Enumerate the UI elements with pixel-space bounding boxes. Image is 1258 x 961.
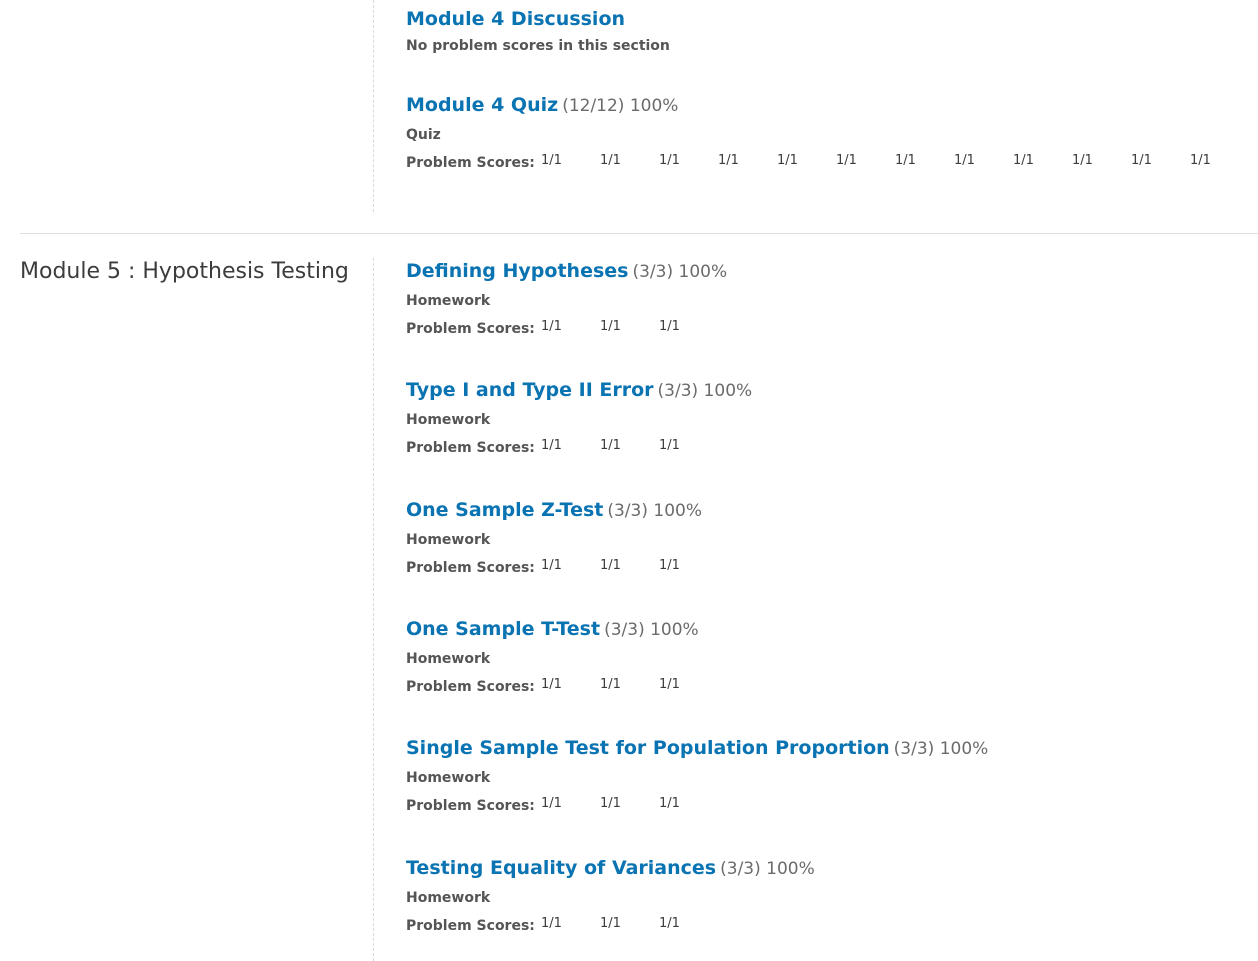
chapter-divider	[20, 233, 1258, 234]
problem-scores-label: Problem Scores:	[406, 440, 535, 456]
problem-score: 1/1	[600, 153, 621, 168]
problem-scores: Problem Scores: 1/1 1/1 1/1	[406, 677, 718, 695]
problem-score: 1/1	[895, 153, 916, 168]
problem-score: 1/1	[659, 438, 680, 453]
section-title-link[interactable]: Type I and Type II Error	[406, 379, 654, 401]
problem-score: 1/1	[600, 916, 621, 931]
section-score: (3/3) 100%	[720, 859, 815, 879]
problem-score: 1/1	[1013, 153, 1034, 168]
section-one-sample-z-test: One Sample Z-Test (3/3) 100% Homework Pro…	[406, 497, 718, 576]
problem-scores-label: Problem Scores:	[406, 679, 535, 695]
problem-score: 1/1	[1131, 153, 1152, 168]
section-score: (3/3) 100%	[893, 739, 989, 759]
section-single-sample-test-population-proportion: Single Sample Test for Population Propor…	[406, 735, 988, 814]
problem-score: 1/1	[659, 677, 680, 692]
no-scores-text: No problem scores in this section	[406, 38, 670, 54]
section-title-link[interactable]: Module 4 Quiz	[406, 94, 558, 116]
section-score: (3/3) 100%	[607, 501, 702, 521]
problem-score: 1/1	[541, 677, 562, 692]
problem-scores: Problem Scores: 1/1 1/1 1/1	[406, 319, 727, 337]
problem-score: 1/1	[541, 319, 562, 334]
problem-score: 1/1	[541, 153, 562, 168]
section-type: Homework	[406, 890, 491, 906]
section-score: (3/3) 100%	[604, 620, 699, 640]
section-module-4-discussion: Module 4 Discussion No problem scores in…	[406, 6, 670, 54]
problem-scores: Problem Scores: 1/1 1/1 1/1	[406, 438, 752, 456]
problem-score: 1/1	[600, 438, 621, 453]
section-type: Homework	[406, 770, 491, 786]
section-guide-line	[373, 258, 374, 961]
section-module-4-quiz: Module 4 Quiz (12/12) 100% Quiz Problem S…	[406, 92, 1249, 171]
problem-scores: Problem Scores: 1/1 1/1 1/1	[406, 558, 718, 576]
section-defining-hypotheses: Defining Hypotheses (3/3) 100% Homework P…	[406, 258, 727, 337]
problem-score: 1/1	[777, 153, 798, 168]
problem-score: 1/1	[600, 796, 621, 811]
problem-scores: Problem Scores: 1/1 1/1 1/1 1/1 1/1 1/1 …	[406, 153, 1249, 171]
section-type: Quiz	[406, 127, 441, 143]
section-title-link[interactable]: Defining Hypotheses	[406, 260, 628, 282]
section-type: Homework	[406, 293, 491, 309]
problem-scores-label: Problem Scores:	[406, 155, 535, 171]
problem-score: 1/1	[1072, 153, 1093, 168]
section-type: Homework	[406, 651, 491, 667]
section-guide-line	[373, 0, 374, 212]
chapter-module-4: Module 4 Discussion No problem scores in…	[20, 0, 1258, 212]
section-score: (12/12) 100%	[562, 96, 679, 116]
problem-score: 1/1	[600, 319, 621, 334]
problem-score: 1/1	[836, 153, 857, 168]
chapter-title: Module 5 : Hypothesis Testing	[20, 259, 349, 284]
section-type-i-type-ii-error: Type I and Type II Error (3/3) 100% Homew…	[406, 377, 752, 456]
problem-score: 1/1	[718, 153, 739, 168]
section-type: Homework	[406, 532, 491, 548]
problem-score: 1/1	[659, 319, 680, 334]
problem-scores: Problem Scores: 1/1 1/1 1/1	[406, 796, 988, 814]
problem-scores-label: Problem Scores:	[406, 321, 535, 337]
section-title-link[interactable]: Module 4 Discussion	[406, 8, 625, 30]
problem-score: 1/1	[659, 558, 680, 573]
problem-scores: Problem Scores: 1/1 1/1 1/1	[406, 916, 815, 934]
problem-scores-label: Problem Scores:	[406, 798, 535, 814]
section-score: (3/3) 100%	[632, 262, 728, 282]
problem-score: 1/1	[659, 796, 680, 811]
problem-score: 1/1	[954, 153, 975, 168]
problem-scores-label: Problem Scores:	[406, 918, 535, 934]
problem-score: 1/1	[600, 677, 621, 692]
problem-score: 1/1	[600, 558, 621, 573]
problem-score: 1/1	[659, 916, 680, 931]
problem-score: 1/1	[1190, 153, 1211, 168]
section-title-link[interactable]: One Sample Z-Test	[406, 499, 603, 521]
section-title-link[interactable]: Single Sample Test for Population Propor…	[406, 737, 890, 759]
problem-score: 1/1	[541, 558, 562, 573]
problem-score: 1/1	[541, 916, 562, 931]
section-testing-equality-of-variances: Testing Equality of Variances (3/3) 100% …	[406, 855, 815, 934]
section-title-link[interactable]: Testing Equality of Variances	[406, 857, 716, 879]
section-one-sample-t-test: One Sample T-Test (3/3) 100% Homework Pro…	[406, 616, 718, 695]
problem-score: 1/1	[541, 796, 562, 811]
problem-scores-label: Problem Scores:	[406, 560, 535, 576]
section-title-link[interactable]: One Sample T-Test	[406, 618, 600, 640]
section-score: (3/3) 100%	[657, 381, 753, 401]
problem-score: 1/1	[541, 438, 562, 453]
problem-score: 1/1	[659, 153, 680, 168]
section-type: Homework	[406, 412, 491, 428]
